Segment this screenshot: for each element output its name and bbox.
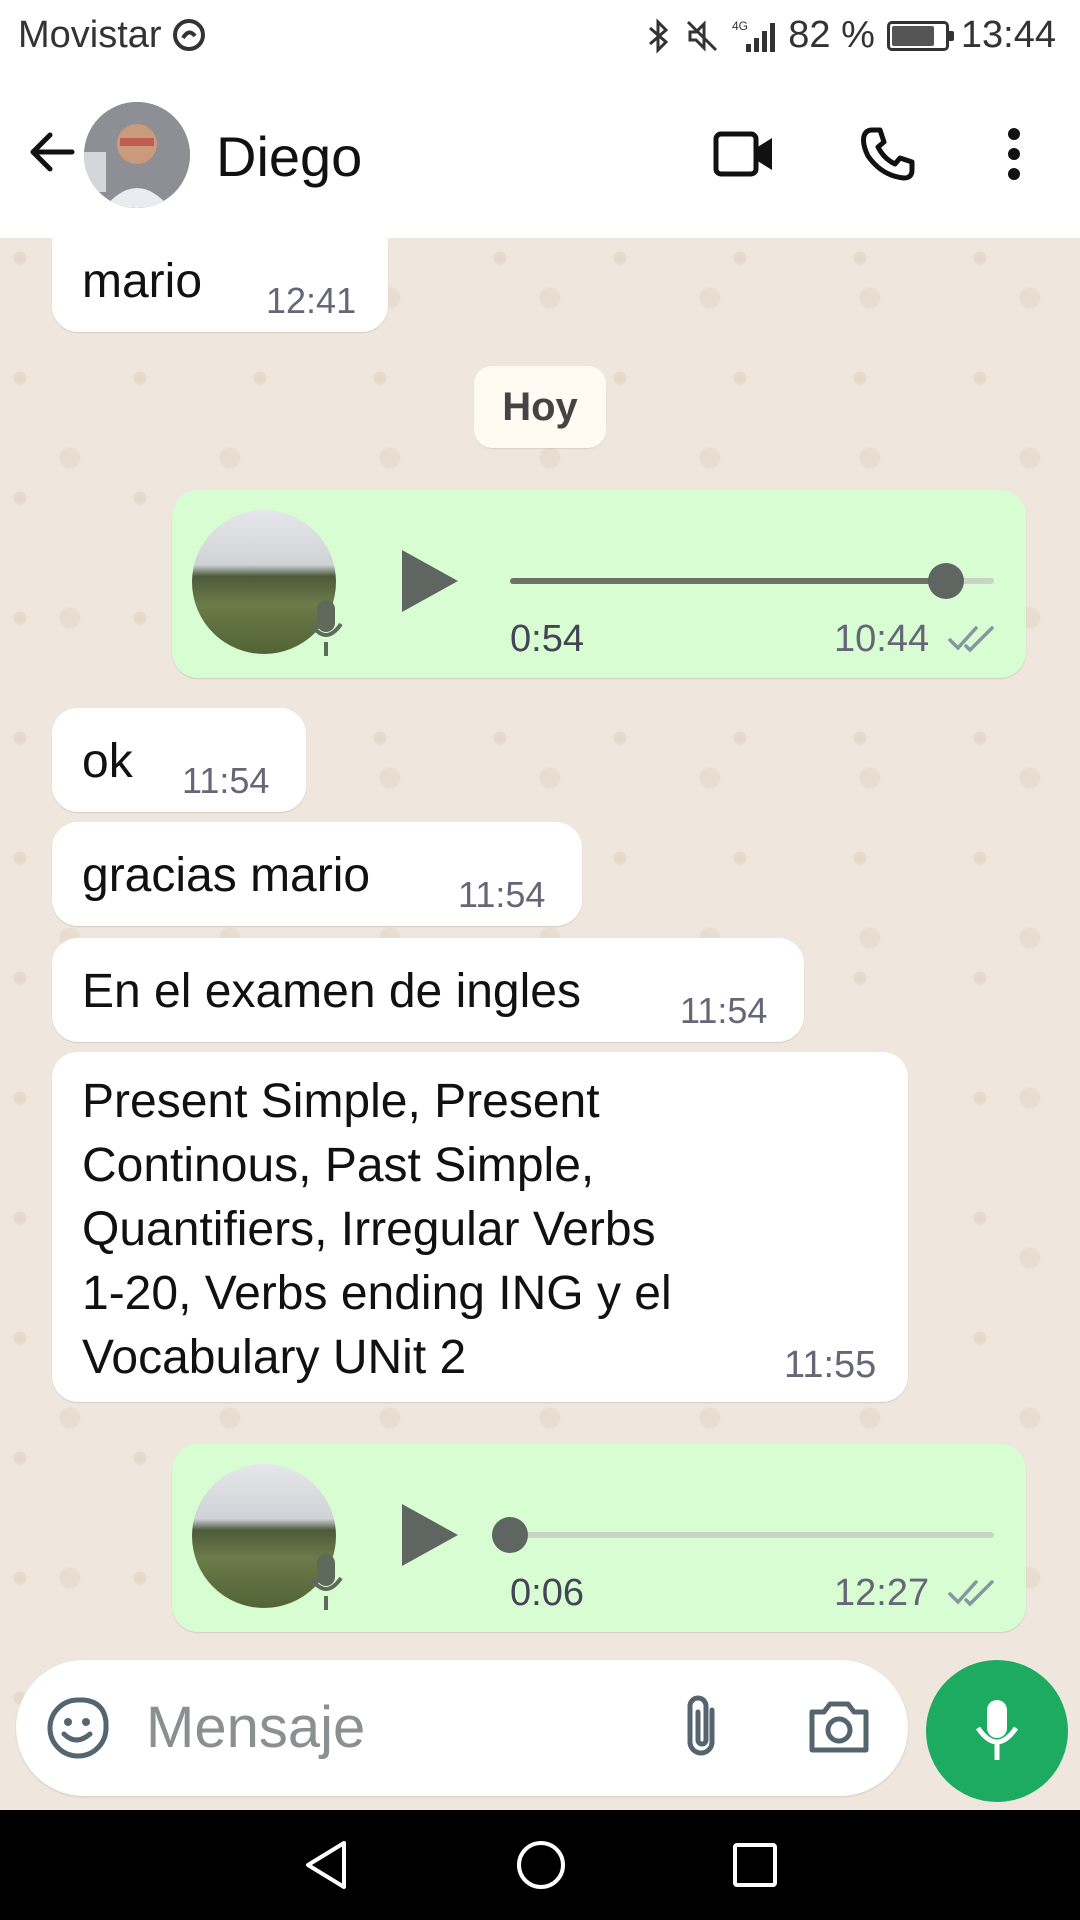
signal-icon: 4G [732,19,776,52]
status-icons: 4G 82 % 13:44 [646,14,1056,57]
carrier-name: Movistar [18,14,162,56]
incoming-message[interactable]: En el examen de ingles 11:54 [52,938,804,1042]
voice-call-button[interactable] [848,114,928,194]
avatar-photo [84,102,190,208]
read-ticks-icon [948,626,994,653]
voice-progress-track[interactable] [492,1517,994,1553]
voice-seek-handle[interactable] [927,563,964,599]
message-text: mario [82,255,203,308]
nav-home-icon[interactable] [515,1839,567,1891]
message-text: Present Simple, Present Continous, Past … [82,1070,672,1390]
message-text: gracias mario [82,849,371,902]
menu-button[interactable] [974,114,1054,194]
message-line: Present Simple, Present [82,1075,600,1128]
voice-duration: 0:06 [510,1572,584,1614]
play-button[interactable] [394,1500,464,1570]
message-line: 1-20, Verbs ending ING y el [82,1267,672,1320]
message-time: 11:54 [680,990,768,1031]
message-time: 11:55 [784,1344,877,1386]
back-arrow-icon [30,132,75,172]
video-call-icon [713,131,772,177]
incoming-message[interactable]: ok 11:54 [52,708,306,812]
nav-back-icon[interactable] [302,1839,350,1891]
system-nav-bar [0,1810,1080,1920]
message-time: 11:54 [458,874,546,915]
message-time: 12:41 [266,280,357,321]
voice-progress-track[interactable] [510,563,994,599]
incoming-message[interactable]: Present Simple, Present Continous, Past … [52,1052,908,1402]
voice-seek-handle[interactable] [492,1517,528,1553]
message-line: Vocabulary UNit 2 [82,1331,467,1384]
mic-badge-icon [309,600,343,656]
play-icon [402,550,458,612]
chat-area[interactable]: mario 12:41 Hoy 0:54 10:44 ok 11:54 grac… [0,238,1080,1810]
contact-name[interactable]: Diego [216,124,362,189]
incoming-message[interactable]: gracias mario 11:54 [52,822,582,926]
message-composer: Mensaje [16,1660,908,1796]
message-text: En el examen de ingles [82,965,581,1018]
mute-icon [687,19,718,52]
bluetooth-icon [649,17,669,54]
incoming-message[interactable]: mario 12:41 [52,238,388,332]
carrier-label: Movistar [18,14,206,57]
video-call-button[interactable] [704,114,784,194]
phone-icon [861,127,915,181]
battery-icon [886,20,954,51]
back-button[interactable] [22,122,82,182]
outgoing-voice-message[interactable]: 0:06 12:27 [172,1444,1026,1632]
message-input[interactable]: Mensaje [146,1694,365,1761]
play-button[interactable] [394,546,464,616]
status-bar: Movistar 4G 82 % 13:44 [0,0,1080,72]
message-line: Quantifiers, Irregular Verbs [82,1203,656,1256]
carrier-badge-icon [173,19,206,51]
voice-progress-fill [510,578,946,584]
message-line: Continous, Past Simple, [82,1139,595,1192]
message-time: 10:44 [834,618,930,660]
read-ticks-icon [948,1580,994,1607]
network-type-label: 4G [732,19,748,33]
play-icon [402,1504,458,1566]
voice-record-button[interactable] [926,1660,1068,1802]
message-time: 11:54 [182,760,270,801]
message-time: 12:27 [834,1572,930,1614]
contact-avatar[interactable] [84,102,190,208]
nav-recents-icon[interactable] [732,1842,778,1888]
more-vert-icon [1008,128,1020,180]
message-text: ok [82,735,133,788]
mic-badge-icon [309,1554,343,1610]
battery-percent: 82 % [788,14,875,56]
clock: 13:44 [960,14,1056,56]
voice-duration: 0:54 [510,618,584,660]
paperclip-icon [687,1695,715,1756]
sticker-button[interactable] [46,1696,110,1760]
battery-level-fill [891,25,935,46]
camera-icon [809,1701,869,1753]
outgoing-voice-message[interactable]: 0:54 10:44 [172,490,1026,678]
sticker-icon [47,1697,109,1759]
camera-button[interactable] [806,1698,876,1760]
mic-icon [975,1700,1019,1760]
date-separator: Hoy [474,366,606,448]
attach-button[interactable] [676,1694,740,1762]
chat-header: Diego [0,72,1080,239]
